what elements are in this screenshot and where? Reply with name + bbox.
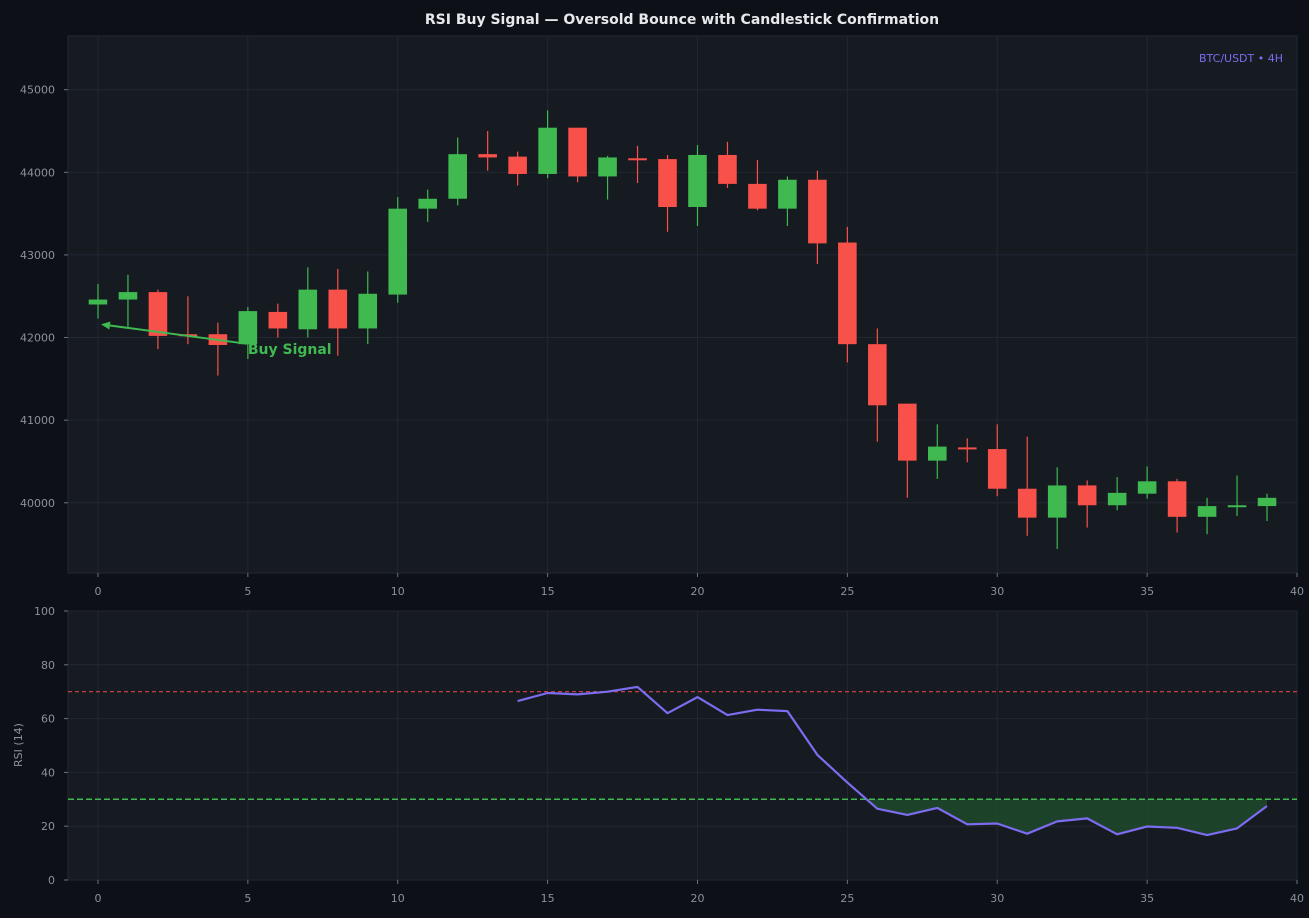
candle-body	[478, 154, 497, 158]
candle-body	[328, 289, 348, 329]
rsi-y-tick-label: 100	[34, 605, 55, 618]
buy-signal-label: Buy Signal	[248, 342, 332, 358]
price-y-tick-label: 43000	[20, 249, 55, 262]
candle-body	[388, 208, 408, 295]
price-x-tick-label: 25	[840, 585, 854, 598]
price-x-tick-label: 10	[391, 585, 405, 598]
pair-timeframe-tag: BTC/USDT • 4H	[1199, 52, 1283, 65]
candle-body	[957, 447, 977, 450]
price-panel: 40000 41000 42000 43000 44000 45000 0 5 10 15 20 2…	[20, 35, 1304, 598]
candle-body	[1137, 481, 1157, 494]
rsi-x-tick-label: 25	[840, 892, 854, 905]
candle-body	[358, 293, 378, 329]
rsi-x-tick-label: 15	[541, 892, 555, 905]
rsi-y-axis-label: RSI (14)	[12, 723, 25, 767]
rsi-y-tick-label: 80	[41, 659, 55, 672]
price-x-tick-label: 30	[990, 585, 1004, 598]
candle-body	[1077, 485, 1097, 506]
candle-body	[748, 183, 767, 209]
candle	[568, 127, 587, 183]
price-y-tick-label: 45000	[20, 84, 55, 97]
rsi-x-tick-label: 20	[690, 892, 704, 905]
price-x-tick-label: 0	[94, 585, 101, 598]
candle-body	[868, 344, 887, 406]
candle-body	[508, 156, 527, 174]
candle-body	[1197, 506, 1217, 517]
candle	[838, 226, 857, 363]
chart-title: RSI Buy Signal — Oversold Bounce with Ca…	[425, 12, 939, 28]
rsi-y-tick-label: 60	[41, 713, 55, 726]
candle-body	[148, 292, 168, 336]
candle-body	[658, 159, 677, 208]
candle-body	[1167, 481, 1187, 517]
rsi-panel: 0 20 40 60 80 100 0 5 10 15 20 25 30 35 40 RSI (14)	[12, 605, 1304, 905]
price-x-tick-label: 15	[541, 585, 555, 598]
candle-body	[987, 449, 1007, 489]
candle-body	[568, 127, 587, 177]
price-x-tick-label: 5	[244, 585, 251, 598]
price-x-tick-label: 40	[1290, 585, 1304, 598]
candle-body	[298, 289, 318, 330]
price-y-tick-label: 40000	[20, 497, 55, 510]
price-plot-area	[67, 35, 1298, 574]
candle-body	[118, 292, 138, 300]
candle-body	[238, 311, 258, 345]
rsi-x-tick-label: 40	[1290, 892, 1304, 905]
candle-body	[448, 154, 467, 199]
price-y-tick-label: 41000	[20, 414, 55, 427]
candle-body	[598, 157, 617, 177]
price-x-tick-label: 35	[1140, 585, 1154, 598]
rsi-x-tick-label: 5	[244, 892, 251, 905]
candle-body	[1227, 505, 1247, 508]
rsi-y-tick-label: 0	[48, 874, 55, 887]
chart-figure: RSI Buy Signal — Oversold Bounce with Ca…	[0, 0, 1309, 918]
candle-body	[688, 154, 707, 208]
candle-body	[778, 179, 797, 209]
candle-body	[808, 179, 827, 244]
rsi-y-tick-label: 20	[41, 820, 55, 833]
candle-body	[1047, 485, 1067, 518]
candle-body	[928, 446, 947, 461]
candle	[388, 197, 408, 303]
rsi-x-tick-label: 35	[1140, 892, 1154, 905]
candle-body	[1257, 497, 1277, 507]
rsi-y-tick-label: 40	[41, 766, 55, 779]
rsi-plot-area	[67, 610, 1298, 881]
candle-body	[1107, 492, 1127, 506]
price-y-tick-label: 44000	[20, 166, 55, 179]
candle-body	[418, 198, 437, 209]
rsi-x-tick-label: 10	[391, 892, 405, 905]
candle-body	[268, 311, 288, 329]
candle-body	[88, 299, 108, 305]
candle-body	[718, 154, 737, 184]
candle-body	[538, 127, 557, 174]
candle-body	[838, 242, 857, 345]
price-y-tick-label: 42000	[20, 332, 55, 345]
rsi-x-tick-label: 30	[990, 892, 1004, 905]
candle-body	[628, 158, 647, 161]
candle-body	[898, 403, 917, 461]
price-x-tick-label: 20	[690, 585, 704, 598]
rsi-x-tick-label: 0	[94, 892, 101, 905]
candle-body	[1017, 488, 1037, 518]
